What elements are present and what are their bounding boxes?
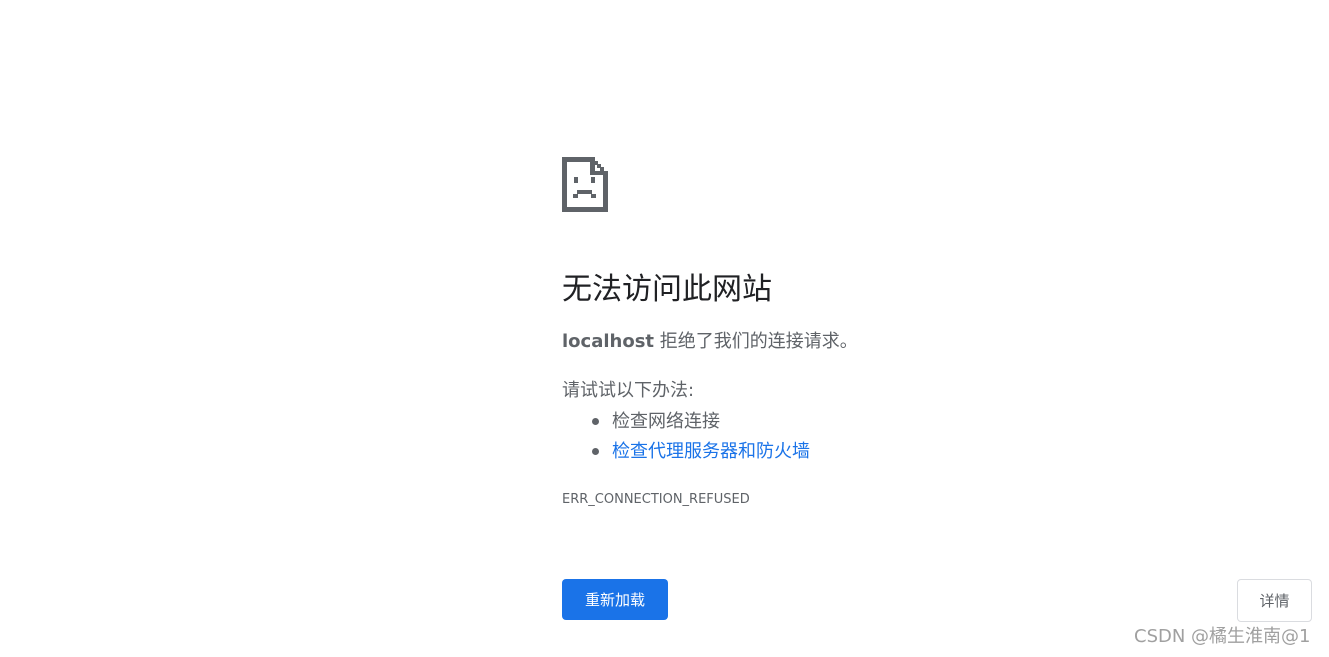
sad-page-icon bbox=[562, 157, 608, 212]
watermark: CSDN @橘生淮南@1 bbox=[1134, 626, 1311, 647]
error-summary: localhost 拒绝了我们的连接请求。 bbox=[562, 329, 858, 355]
suggestions-heading: 请试试以下办法: bbox=[562, 380, 695, 401]
error-host: localhost bbox=[562, 331, 655, 352]
details-button[interactable]: 详情 bbox=[1237, 579, 1312, 622]
error-content: 无法访问此网站 localhost 拒绝了我们的连接请求。 请试试以下办法: 检… bbox=[562, 157, 1162, 507]
error-code: ERR_CONNECTION_REFUSED bbox=[562, 492, 750, 507]
suggestions-list: 检查网络连接 检查代理服务器和防火墙 bbox=[562, 407, 810, 467]
suggestion-check-network: 检查网络连接 bbox=[612, 411, 720, 432]
suggestion-check-proxy-link[interactable]: 检查代理服务器和防火墙 bbox=[612, 441, 810, 462]
page-title: 无法访问此网站 bbox=[562, 272, 772, 307]
error-summary-text: 拒绝了我们的连接请求。 bbox=[654, 331, 858, 352]
reload-button[interactable]: 重新加载 bbox=[562, 579, 668, 620]
error-page: 无法访问此网站 localhost 拒绝了我们的连接请求。 请试试以下办法: 检… bbox=[0, 0, 1329, 657]
suggestion-item: 检查网络连接 bbox=[592, 407, 810, 437]
suggestion-item: 检查代理服务器和防火墙 bbox=[592, 437, 810, 467]
